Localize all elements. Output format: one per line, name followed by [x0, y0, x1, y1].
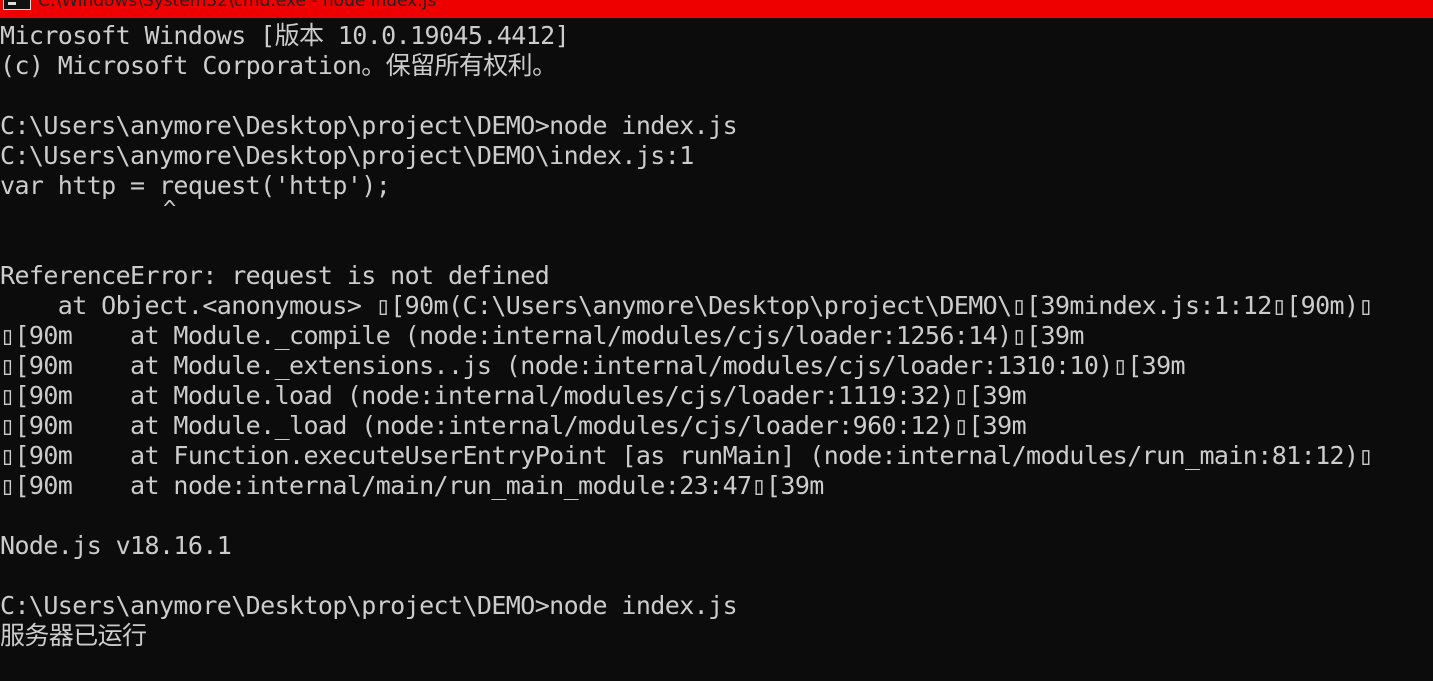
- console-output[interactable]: Microsoft Windows [版本 10.0.19045.4412] (…: [0, 21, 1433, 681]
- console-line-caret: ^: [0, 197, 1433, 231]
- console-line-command: C:\Users\anymore\Desktop\project\DEMO>no…: [0, 111, 738, 140]
- cmd-window[interactable]: C:\Windows\System32\cmd.exe - node index…: [0, 0, 1433, 681]
- title-bar[interactable]: C:\Windows\System32\cmd.exe - node index…: [0, 0, 1433, 18]
- console-line-banner: Microsoft Windows [版本 10.0.19045.4412]: [0, 21, 570, 50]
- console-line-node-version: Node.js v18.16.1: [0, 531, 232, 560]
- console-line-copyright: (c) Microsoft Corporation。保留所有权利。: [0, 51, 557, 80]
- console-line-stack: ▯[90m at Module._extensions..js (node:in…: [0, 351, 1186, 380]
- console-line-source: var http = request('http');: [0, 171, 391, 200]
- error-caret: ^: [163, 197, 177, 222]
- window-title: C:\Windows\System32\cmd.exe - node index…: [38, 0, 437, 11]
- console-line-stack: ▯[90m at node:internal/main/run_main_mod…: [0, 471, 824, 500]
- console-line-error-message: ReferenceError: request is not defined: [0, 261, 550, 290]
- console-line-stack: ▯[90m at Module.load (node:internal/modu…: [0, 381, 1027, 410]
- console-line-command: C:\Users\anymore\Desktop\project\DEMO>no…: [0, 591, 738, 620]
- cmd-terminal-icon: [3, 0, 31, 10]
- console-line-stack: ▯[90m at Function.executeUserEntryPoint …: [0, 441, 1373, 470]
- console-line-server-running: 服务器已运行: [0, 621, 147, 650]
- console-line-stack: ▯[90m at Module._compile (node:internal/…: [0, 321, 1084, 350]
- console-line-stack: ▯[90m at Module._load (node:internal/mod…: [0, 411, 1027, 440]
- console-line-error-location: C:\Users\anymore\Desktop\project\DEMO\in…: [0, 141, 694, 170]
- console-line-stack: at Object.<anonymous> ▯[90m(C:\Users\any…: [0, 291, 1374, 320]
